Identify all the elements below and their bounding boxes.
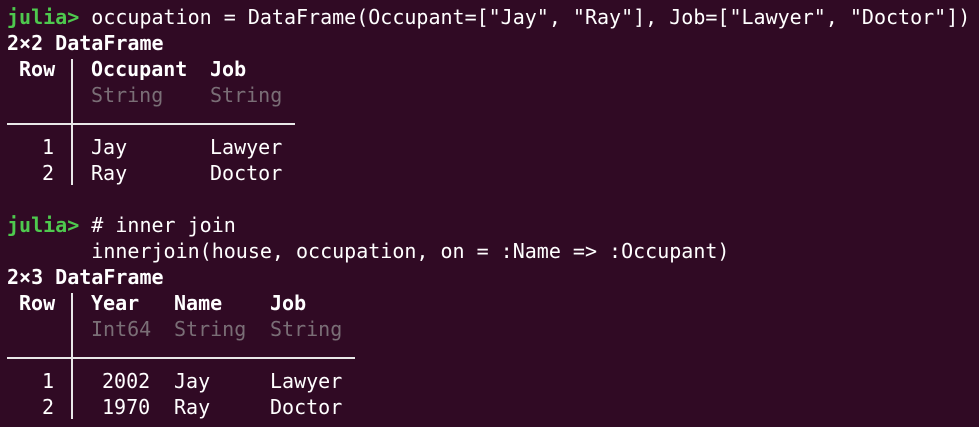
table-cell: Doctor xyxy=(270,395,343,419)
terminal-window[interactable]: julia> occupation = DataFrame(Occupant=[… xyxy=(0,0,979,427)
command-line: julia> occupation = DataFrame(Occupant=[… xyxy=(7,4,979,30)
table-cell: 1970 xyxy=(102,395,151,419)
table-cell: Ray xyxy=(174,395,211,419)
row-column-header: Row xyxy=(19,57,56,81)
column-header: Occupant xyxy=(91,57,188,81)
command-line: julia> # inner join xyxy=(7,212,979,238)
table-cell: Jay xyxy=(91,135,128,159)
row-index: 1 xyxy=(42,135,55,159)
column-type: String xyxy=(174,317,247,341)
table-row: 1 Jay Lawyer xyxy=(7,134,979,160)
table-cell: Lawyer xyxy=(270,369,343,393)
column-header: Year xyxy=(91,291,140,315)
dataframe-table: Row Year Name Job Int64 String String 1 … xyxy=(7,290,979,420)
julia-prompt: julia> xyxy=(7,213,80,237)
column-type: String xyxy=(91,83,164,107)
column-header: Name xyxy=(174,291,223,315)
table-header-row: Row Year Name Job xyxy=(7,290,979,316)
row-index: 2 xyxy=(42,395,55,419)
table-type-row: Int64 String String xyxy=(7,316,979,342)
table-horizontal-rule xyxy=(7,357,355,359)
command-continuation: innerjoin(house, occupation, on = :Name … xyxy=(7,239,730,263)
table-type-row: String String xyxy=(7,82,979,108)
column-type: Int64 xyxy=(91,317,152,341)
table-row: 1 2002 Jay Lawyer xyxy=(7,368,979,394)
dataframe-table: Row Occupant Job String String 1 Jay Law… xyxy=(7,56,979,186)
table-cell: Doctor xyxy=(210,161,283,185)
table-cell: Lawyer xyxy=(210,135,283,159)
table-header-row: Row Occupant Job xyxy=(7,56,979,82)
column-header: Job xyxy=(270,291,307,315)
comment-text: # inner join xyxy=(79,213,236,237)
dataframe-summary: 2×2 DataFrame xyxy=(7,31,164,55)
column-type: String xyxy=(210,83,283,107)
table-row: 2 Ray Doctor xyxy=(7,160,979,186)
row-index: 1 xyxy=(42,369,55,393)
column-type: String xyxy=(270,317,343,341)
table-cell: 2002 xyxy=(102,369,151,393)
julia-prompt: julia> xyxy=(7,5,80,29)
table-cell: Jay xyxy=(174,369,211,393)
dataframe-summary: 2×3 DataFrame xyxy=(7,265,164,289)
table-cell: Ray xyxy=(91,161,128,185)
row-column-header: Row xyxy=(19,291,56,315)
column-header: Job xyxy=(210,57,247,81)
row-index: 2 xyxy=(42,161,55,185)
table-row: 2 1970 Ray Doctor xyxy=(7,394,979,420)
table-horizontal-rule xyxy=(7,123,295,125)
command-text: occupation = DataFrame(Occupant=["Jay", … xyxy=(79,5,971,29)
